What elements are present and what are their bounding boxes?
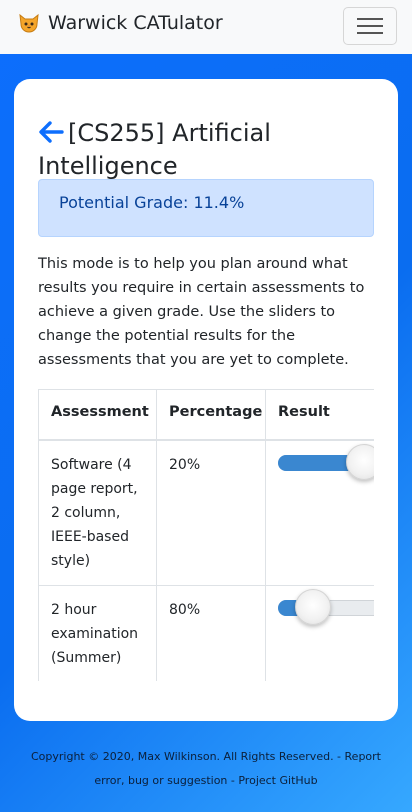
slider-thumb[interactable] xyxy=(294,589,331,625)
cat-face-icon xyxy=(19,13,39,33)
menu-toggle-button[interactable] xyxy=(343,7,397,45)
assessment-name: 2 hour examination (Summer) xyxy=(38,585,157,681)
navbar: Warwick CATulator xyxy=(0,0,412,54)
result-cell xyxy=(265,585,374,681)
navbar-brand[interactable]: Warwick CATulator xyxy=(18,12,223,34)
assessment-name: Software (4 page report, 2 column, IEEE-… xyxy=(38,439,157,586)
table-row: 2 hour examination (Summer) 80% xyxy=(38,585,374,681)
result-slider[interactable] xyxy=(278,443,374,480)
table-header-row: Assessment Percentage Result xyxy=(38,389,374,441)
potential-grade-alert: Potential Grade: 11.4% xyxy=(38,179,374,237)
course-title: [CS255] Artificial Intelligence xyxy=(38,119,271,181)
result-slider[interactable] xyxy=(278,589,374,625)
brand-text: Warwick CATulator xyxy=(48,12,223,34)
assessment-percentage: 80% xyxy=(156,585,266,681)
footer: Copyright © 2020, Max Wilkinson. All Rig… xyxy=(31,750,381,787)
assessment-table: Assessment Percentage Result Software (4… xyxy=(38,389,374,681)
hamburger-menu-icon xyxy=(357,18,383,34)
result-cell xyxy=(265,439,374,586)
assessment-table-container[interactable]: Assessment Percentage Result Software (4… xyxy=(38,389,374,681)
potential-grade-text: Potential Grade: 11.4% xyxy=(59,193,245,212)
table-row: Software (4 page report, 2 column, IEEE-… xyxy=(38,439,374,586)
header-result: Result xyxy=(265,389,374,441)
page-title: [CS255] Artificial Intelligence xyxy=(38,117,368,183)
arrow-left-icon[interactable] xyxy=(38,121,64,143)
course-card: [CS255] Artificial Intelligence Potentia… xyxy=(14,79,398,721)
mode-description: This mode is to help you plan around wha… xyxy=(38,256,365,368)
header-assessment: Assessment xyxy=(38,389,157,441)
assessment-percentage: 20% xyxy=(156,439,266,586)
header-percentage: Percentage xyxy=(156,389,266,441)
slider-thumb[interactable] xyxy=(346,443,374,480)
